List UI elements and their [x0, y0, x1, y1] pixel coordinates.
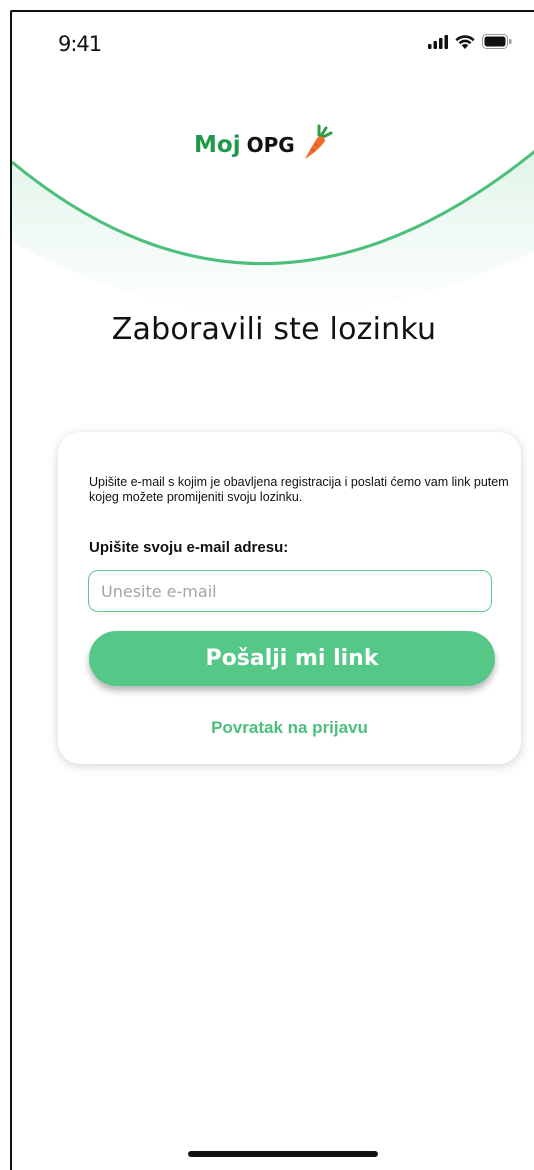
phone-screen: 9:41 Moj OPG Zaboravili ste lozinku Upiš…	[10, 10, 534, 1170]
instructions-text: Upišite e-mail s kojim je obavljena regi…	[89, 475, 509, 504]
battery-icon	[482, 34, 512, 54]
carrot-icon	[301, 124, 335, 166]
email-input[interactable]	[88, 570, 492, 612]
wifi-icon	[455, 34, 475, 54]
app-logo: Moj OPG	[194, 124, 335, 166]
send-link-button[interactable]: Pošalji mi link	[89, 631, 495, 686]
back-to-login-link[interactable]: Povratak na prijavu	[58, 718, 521, 738]
reset-password-card: Upišite e-mail s kojim je obavljena regi…	[58, 432, 521, 764]
status-time: 9:41	[58, 32, 102, 56]
status-bar: 9:41	[12, 12, 534, 72]
signal-icon	[428, 35, 448, 54]
logo-text-opg: OPG	[246, 133, 295, 157]
page-title: Zaboravili ste lozinku	[111, 312, 437, 347]
home-indicator	[188, 1151, 378, 1157]
logo-text-moj: Moj	[194, 132, 241, 158]
status-icons	[428, 34, 512, 54]
email-field-label: Upišite svoju e-mail adresu:	[89, 539, 289, 556]
